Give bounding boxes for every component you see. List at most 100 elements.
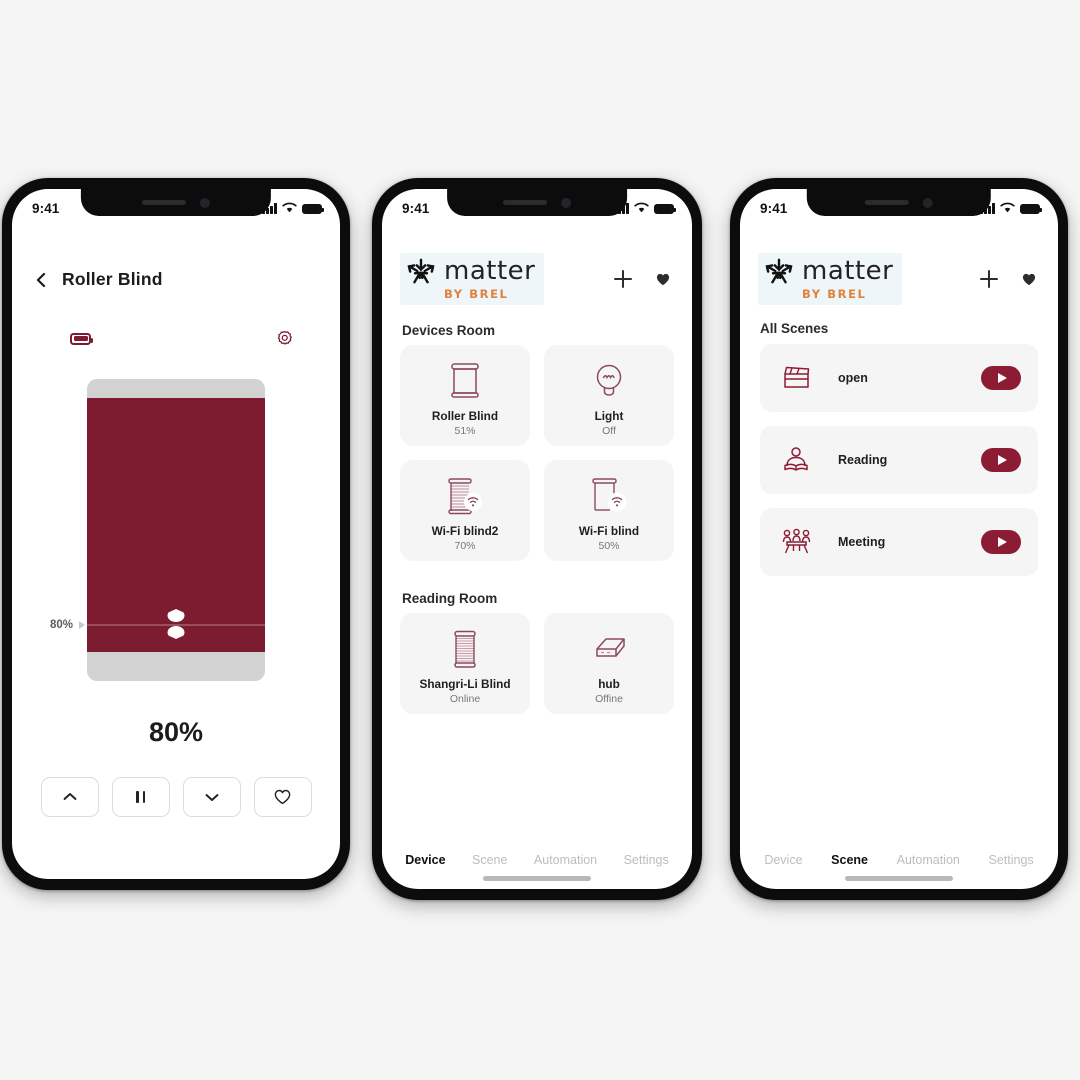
handle-upper	[167, 609, 185, 622]
phone3-screen: 9:41 matter BY BREL All Scenes open Read…	[740, 189, 1058, 889]
scene-name: Reading	[838, 453, 888, 467]
blind-visualizer[interactable]	[87, 379, 265, 681]
heart-outline-icon	[274, 789, 291, 805]
scene-name: open	[838, 371, 868, 385]
device-name: Wi-Fi blind2	[431, 524, 499, 538]
device-card-wifi-blind2[interactable]: Wi-Fi blind2 70%	[400, 460, 530, 561]
gear-icon[interactable]	[275, 329, 294, 348]
slider-value-label: 80%	[50, 619, 86, 631]
slider-pointer-icon	[79, 621, 86, 629]
device-status: 50%	[598, 540, 620, 552]
scene-play-button[interactable]	[981, 366, 1021, 390]
device-card-wifi-blind[interactable]: Wi-Fi blind 50%	[544, 460, 674, 561]
slider-handle-icon[interactable]	[167, 609, 185, 639]
back-chevron-icon[interactable]	[34, 272, 48, 287]
logo-wordmark: matter	[444, 256, 536, 286]
tab-device[interactable]: Device	[764, 853, 802, 867]
front-camera	[923, 197, 933, 208]
logo-subtitle: BY BREL	[802, 287, 867, 301]
device-status: 70%	[454, 540, 476, 552]
scene-name: Meeting	[838, 535, 886, 549]
tab-scene[interactable]: Scene	[472, 853, 507, 867]
tab-settings[interactable]: Settings	[988, 853, 1033, 867]
phone2-screen: 9:41 matter BY BREL Devices Room Roller …	[382, 189, 692, 889]
close-down-button[interactable]	[182, 777, 241, 817]
scene-row-meeting[interactable]: Meeting	[760, 508, 1038, 576]
wifi-blind-striped-icon	[442, 473, 488, 519]
wifi-icon	[1000, 202, 1015, 213]
status-time: 9:41	[32, 200, 60, 216]
device-name: Shangri-Li Blind	[419, 677, 511, 691]
plus-icon[interactable]	[614, 270, 632, 288]
scene-row-reading[interactable]: Reading	[760, 426, 1038, 494]
device-card-hub[interactable]: hub Offine	[544, 613, 674, 714]
screenshot-canvas: 9:41 Roller Blind 80% 80% 9:41 matter BY…	[0, 0, 1080, 1080]
battery-icon	[1020, 203, 1043, 214]
phone-device-3: 9:41 matter BY BREL All Scenes open Read…	[730, 178, 1068, 900]
bottom-tab-bar: Device Scene Automation Settings	[382, 853, 692, 867]
wifi-icon	[282, 202, 297, 213]
device-status: Off	[602, 425, 616, 437]
device-card-shangri-li-blind[interactable]: Shangri-Li Blind Online	[400, 613, 530, 714]
heart-filled-icon[interactable]	[656, 273, 670, 286]
roller-blind-icon	[445, 358, 485, 404]
play-icon	[997, 455, 1007, 465]
tab-scene[interactable]: Scene	[831, 853, 868, 867]
status-time: 9:41	[402, 200, 430, 216]
scene-list: open Reading Meeting	[760, 344, 1038, 576]
phone1-screen: 9:41 Roller Blind 80% 80%	[12, 189, 340, 879]
pause-icon	[136, 791, 145, 803]
favorite-button[interactable]	[253, 777, 312, 817]
earpiece-speaker	[865, 200, 909, 205]
section-label-all-scenes: All Scenes	[760, 321, 829, 336]
person-reading-icon	[780, 445, 820, 475]
device-status: 51%	[454, 425, 476, 437]
device-name: Wi-Fi blind	[578, 524, 640, 538]
tab-device[interactable]: Device	[405, 853, 445, 867]
device-status-icons	[12, 329, 340, 348]
open-up-button[interactable]	[40, 777, 99, 817]
blind-controls	[12, 777, 340, 817]
header-actions	[980, 270, 1036, 288]
device-card-light[interactable]: Light Off	[544, 345, 674, 446]
device-name: Roller Blind	[431, 409, 499, 423]
device-card-roller-blind[interactable]: Roller Blind 51%	[400, 345, 530, 446]
section-label-devices-room: Devices Room	[402, 323, 496, 338]
home-indicator[interactable]	[483, 876, 591, 881]
device-name: Light	[594, 409, 624, 423]
meeting-people-icon	[780, 527, 820, 557]
home-indicator[interactable]	[845, 876, 953, 881]
position-value: 80%	[148, 717, 204, 747]
phone-device-1: 9:41 Roller Blind 80% 80%	[2, 178, 350, 890]
play-icon	[997, 537, 1007, 547]
logo-row: matter	[406, 257, 535, 285]
heart-filled-icon[interactable]	[1022, 273, 1036, 286]
bottom-tab-bar: Device Scene Automation Settings	[740, 853, 1058, 867]
phone-device-2: 9:41 matter BY BREL Devices Room Roller …	[372, 178, 702, 900]
device-name: hub	[598, 677, 620, 691]
matter-logo-icon	[407, 258, 435, 284]
tab-automation[interactable]: Automation	[534, 853, 597, 867]
device-battery-icon	[70, 332, 93, 345]
matter-by-brel-logo: matter BY BREL	[758, 253, 903, 305]
front-camera	[199, 197, 210, 208]
earpiece-speaker	[141, 200, 186, 205]
front-camera	[560, 197, 571, 208]
page-title: Roller Blind	[62, 269, 163, 289]
device-status: Offine	[595, 693, 623, 705]
plus-icon[interactable]	[980, 270, 998, 288]
status-time: 9:41	[760, 200, 788, 216]
tab-automation[interactable]: Automation	[897, 853, 960, 867]
app-header: matter BY BREL	[382, 251, 692, 307]
device-status: Online	[449, 693, 481, 705]
wifi-blind-icon	[586, 473, 632, 519]
tab-settings[interactable]: Settings	[624, 853, 669, 867]
scene-play-button[interactable]	[981, 530, 1021, 554]
logo-row: matter	[764, 257, 893, 285]
pause-button[interactable]	[111, 777, 170, 817]
scene-play-button[interactable]	[981, 448, 1021, 472]
logo-subtitle: BY BREL	[444, 287, 509, 301]
wifi-icon	[634, 202, 649, 213]
scene-row-open[interactable]: open	[760, 344, 1038, 412]
phone-notch	[806, 189, 992, 216]
